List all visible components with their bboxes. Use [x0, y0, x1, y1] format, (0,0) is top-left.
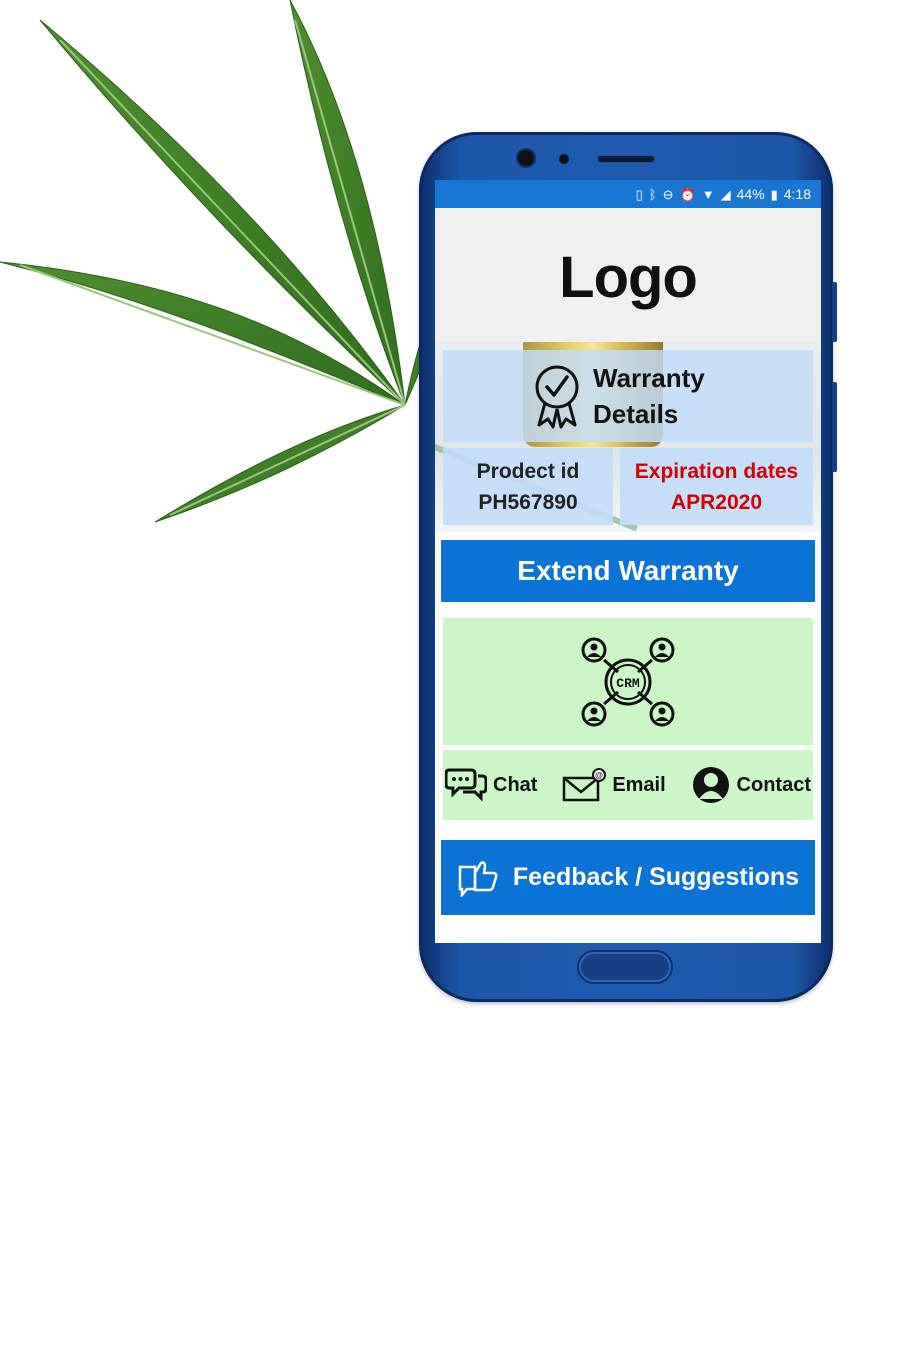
clock: 4:18 — [783, 186, 811, 202]
do-not-disturb-icon: ⊖ — [662, 186, 674, 202]
logo-header: Logo — [435, 208, 821, 342]
thumbs-up-chat-icon — [458, 860, 498, 897]
app-screen: ▯ ᛒ ⊖ ⏰ ▼ ◢ 44% ▮ 4:18 Logo Warranty Det… — [435, 180, 821, 943]
battery-level: 44% — [736, 186, 765, 202]
earpiece-speaker — [597, 155, 655, 163]
user-avatar-icon — [692, 767, 729, 803]
signal-icon: ◢ — [720, 186, 731, 202]
email-label: Email — [612, 773, 666, 796]
power-button — [832, 382, 837, 472]
product-id-label: Prodect id — [476, 459, 580, 483]
expiration-label: Expiration dates — [634, 459, 799, 483]
warranty-title-line1: Warranty — [593, 363, 705, 393]
phone-icon: ▯ — [635, 186, 643, 202]
expiration-card: Expiration dates APR2020 — [620, 448, 813, 525]
contact-options-row: Chat @ Email Contact — [443, 750, 813, 820]
logo-text: Logo — [559, 244, 698, 310]
product-id-card: Prodect id PH567890 — [443, 448, 613, 525]
contact-option[interactable]: Contact — [691, 765, 811, 805]
phone-frame: ▯ ᛒ ⊖ ⏰ ▼ ◢ 44% ▮ 4:18 Logo Warranty Det… — [419, 132, 837, 1002]
chat-option[interactable]: Chat — [445, 766, 537, 804]
proximity-sensor — [559, 154, 569, 164]
chat-label: Chat — [493, 773, 538, 796]
home-button[interactable] — [579, 952, 671, 982]
warranty-details-card[interactable]: Warranty Details — [443, 350, 813, 442]
award-ribbon-icon — [535, 365, 579, 429]
extend-warranty-button[interactable]: Extend Warranty — [441, 540, 815, 602]
svg-text:@: @ — [595, 771, 603, 780]
product-id-value: PH567890 — [478, 490, 578, 514]
email-option[interactable]: @ Email — [562, 768, 666, 802]
crm-network-icon: CRM — [581, 637, 675, 726]
battery-icon: ▮ — [770, 186, 778, 202]
bluetooth-icon: ᛒ — [648, 186, 657, 202]
expiration-value: APR2020 — [670, 490, 763, 514]
wifi-icon: ▼ — [701, 186, 715, 202]
feedback-suggestions-button[interactable]: Feedback / Suggestions — [441, 840, 815, 915]
email-envelope-icon: @ — [563, 768, 607, 802]
volume-button — [832, 282, 837, 342]
warranty-title-line2: Details — [593, 399, 679, 429]
feedback-label: Feedback / Suggestions — [512, 863, 800, 891]
status-bar: ▯ ᛒ ⊖ ⏰ ▼ ◢ 44% ▮ 4:18 — [435, 180, 821, 208]
front-camera — [518, 150, 534, 166]
crm-icon-text: CRM — [616, 676, 640, 691]
contact-label: Contact — [736, 773, 811, 796]
alarm-icon: ⏰ — [679, 186, 696, 202]
warranty-title: Warranty Details — [593, 360, 723, 432]
crm-panel[interactable]: CRM — [443, 618, 813, 745]
chat-bubbles-icon — [445, 768, 487, 802]
